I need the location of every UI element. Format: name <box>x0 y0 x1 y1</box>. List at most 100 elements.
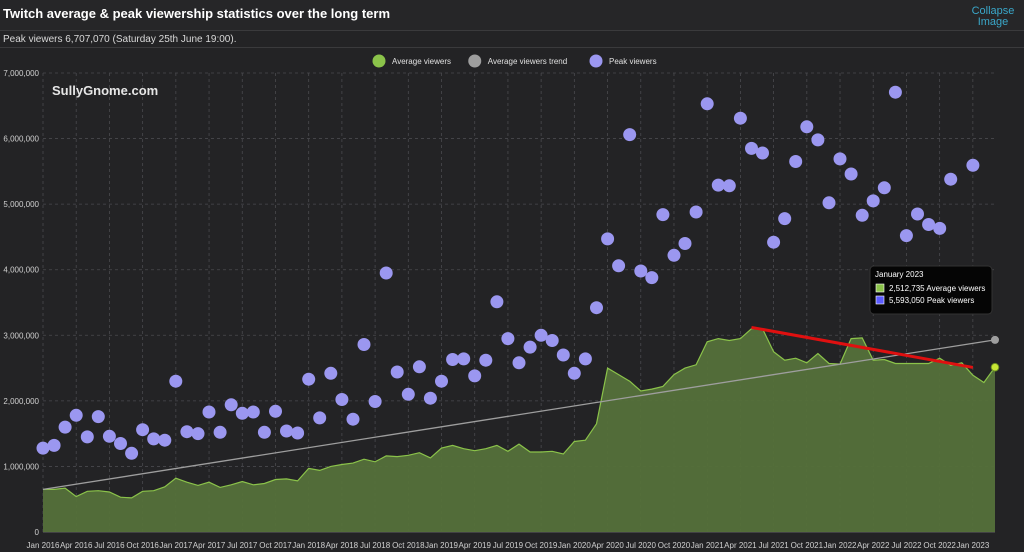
peak-viewers-point <box>523 340 537 354</box>
peak-viewers-point <box>224 398 238 412</box>
peak-viewers-point <box>457 352 471 366</box>
x-tick-label: Jan 2018 <box>292 541 325 550</box>
peak-viewers-point <box>789 155 803 168</box>
peak-viewers-point <box>379 266 393 280</box>
peak-viewers-point <box>888 85 902 99</box>
peak-viewers-point <box>767 235 781 249</box>
peak-viewers-point <box>58 420 72 434</box>
peak-viewers-point <box>291 426 305 440</box>
peak-viewers-point <box>125 446 139 460</box>
peak-viewers-point <box>368 395 382 408</box>
peak-viewers-point <box>357 338 371 351</box>
peak-viewers-point <box>512 356 526 370</box>
peak-viewers-point <box>545 334 559 347</box>
peak-viewers-point <box>102 429 116 443</box>
x-tick-label: Oct 2017 <box>259 541 292 550</box>
x-tick-label: Oct 2022 <box>923 541 956 550</box>
peak-viewers-point <box>933 221 947 235</box>
peak-viewers-point <box>280 424 293 438</box>
y-tick-label: 4,000,000 <box>3 266 39 275</box>
peak-viewers-point <box>656 208 670 222</box>
peak-viewers-point <box>556 348 570 362</box>
peak-viewers-point <box>501 332 515 346</box>
x-tick-label: Apr 2019 <box>458 541 491 550</box>
peak-viewers-point <box>811 133 825 147</box>
peak-viewers-point <box>235 406 249 420</box>
y-tick-label: 3,000,000 <box>3 331 39 340</box>
legend-label: Average viewers <box>392 57 451 66</box>
x-tick-label: Jan 2020 <box>558 541 591 550</box>
peak-viewers-point <box>435 374 448 388</box>
x-tick-label: Apr 2020 <box>591 541 624 550</box>
x-tick-label: Apr 2017 <box>193 541 226 550</box>
y-tick-label: 2,000,000 <box>3 397 39 406</box>
viewership-chart: 0 1,000,000 2,000,000 3,000,000 4,000,000 5,0… <box>3 54 1000 550</box>
average-endpoint-marker <box>990 362 1000 372</box>
tooltip-title: January 2023 <box>875 270 924 279</box>
peak-viewers-point <box>479 353 493 367</box>
peak-viewers-point <box>534 328 548 342</box>
peak-viewers-point <box>147 432 161 446</box>
legend[interactable]: Average viewers Average viewers trend Peak… <box>372 54 657 68</box>
peak-viewers-point <box>678 237 692 250</box>
tooltip-row: 5,593,050 Peak viewers <box>889 296 974 305</box>
tooltip-swatch <box>875 295 885 305</box>
peak-viewers-point <box>689 205 703 219</box>
peak-viewers-point <box>69 408 83 422</box>
peak-viewers-point <box>733 111 747 125</box>
peak-viewers-point <box>136 423 150 437</box>
legend-marker <box>372 54 386 68</box>
legend-marker <box>468 54 482 68</box>
peak-viewers-point <box>346 412 360 426</box>
x-tick-label: Oct 2018 <box>392 541 425 550</box>
peak-viewers-point <box>335 393 349 406</box>
peak-viewers-point <box>911 207 924 221</box>
x-tick-label: Oct 2020 <box>658 541 691 550</box>
x-tick-label: Jul 2019 <box>493 541 524 550</box>
x-tick-label: Jan 2022 <box>824 541 857 550</box>
trend-endpoint <box>991 335 999 344</box>
peak-viewers-point <box>468 369 482 383</box>
peak-viewers-point <box>401 387 415 401</box>
y-tick-label: 1,000,000 <box>3 462 39 471</box>
x-tick-label: Jul 2021 <box>758 541 789 550</box>
peak-viewers-point <box>302 372 316 386</box>
x-tick-label: Jul 2017 <box>227 541 258 550</box>
peak-viewers-point <box>966 158 980 172</box>
peak-viewers-point <box>578 352 592 366</box>
peak-viewers-point <box>567 366 581 380</box>
tooltip: January 2023 2,512,735 Average viewers 5,5… <box>869 265 993 315</box>
x-tick-label: Jul 2022 <box>891 541 922 550</box>
peak-viewers-point <box>169 374 183 388</box>
peak-viewers-point <box>412 360 426 374</box>
legend-label: Peak viewers <box>609 57 657 66</box>
peak-viewers-point <box>844 167 858 181</box>
peak-viewers-point <box>722 179 736 193</box>
peak-viewers-point <box>446 353 460 366</box>
peak-viewers-point <box>213 425 227 439</box>
peak-viewers-point <box>944 172 958 186</box>
peak-viewers-point <box>490 295 504 309</box>
peak-viewers-point <box>601 232 615 246</box>
peak-viewers-point <box>313 411 327 425</box>
x-tick-label: Jan 2019 <box>425 541 458 550</box>
y-tick-label: 6,000,000 <box>3 135 39 144</box>
peak-viewers-point <box>700 97 714 111</box>
peak-viewers-point <box>191 427 205 441</box>
peak-viewers-point <box>114 437 127 450</box>
peak-viewers-point <box>778 212 792 226</box>
legend-label: Average viewers trend <box>488 57 567 66</box>
peak-viewers-point <box>590 301 603 315</box>
peak-viewers-point <box>324 366 338 380</box>
peak-viewers-point <box>667 248 681 262</box>
y-tick-label: 7,000,000 <box>3 69 39 78</box>
x-tick-label: Jan 2016 <box>27 541 60 550</box>
watermark-text: SullyGnome.com <box>52 83 158 98</box>
peak-viewers-point <box>822 196 836 210</box>
x-tick-label: Jul 2018 <box>360 541 391 550</box>
peak-viewers-point <box>899 229 913 243</box>
peak-viewers-point <box>922 218 936 231</box>
peak-viewers-point <box>36 441 50 455</box>
x-tick-label: Apr 2022 <box>857 541 890 550</box>
peak-viewers-point <box>645 271 659 285</box>
